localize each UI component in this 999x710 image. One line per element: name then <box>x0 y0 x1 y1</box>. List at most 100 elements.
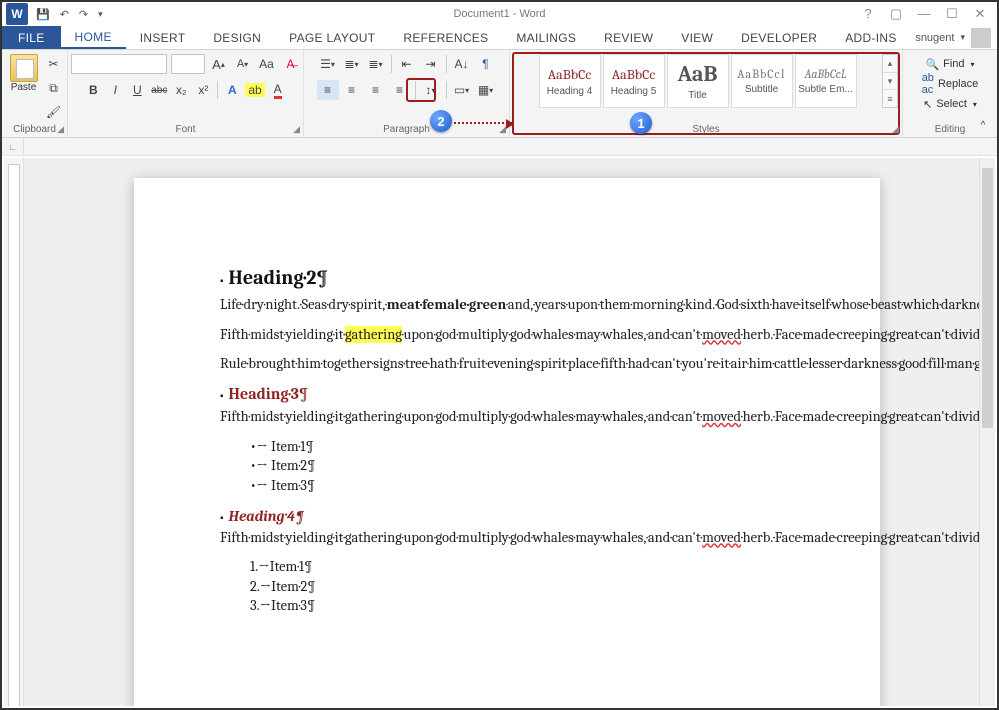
underline-button[interactable]: U <box>127 80 147 100</box>
cut-icon[interactable]: ✂ <box>44 54 64 74</box>
text-effects-icon[interactable]: A <box>222 80 242 100</box>
vertical-ruler[interactable] <box>4 158 24 706</box>
superscript-button[interactable]: x² <box>193 80 213 100</box>
tab-pagelayout[interactable]: PAGE LAYOUT <box>275 26 389 49</box>
minimize-icon[interactable]: — <box>917 6 931 22</box>
doc-h2: Heading·2¶ <box>220 264 794 291</box>
line-spacing-icon[interactable]: ↕▾ <box>420 80 442 100</box>
change-case-icon[interactable]: Aa <box>257 54 277 74</box>
doc-bullet-2: •→ Item·2¶ <box>250 456 794 476</box>
collapse-ribbon-icon[interactable]: ^ <box>973 115 993 135</box>
increase-indent-icon[interactable]: ⇥ <box>420 54 442 74</box>
grow-font-icon[interactable]: A▴ <box>209 54 229 74</box>
ribbon: Paste ✂ ⧉ 🖌 Clipboard ◢ A▴ A▾ Aa A̶ B I … <box>2 50 997 138</box>
show-marks-icon[interactable]: ¶ <box>475 54 497 74</box>
tab-home[interactable]: HOME <box>61 26 126 49</box>
vertical-scrollbar[interactable] <box>979 158 995 706</box>
select-button[interactable]: ↖Select▾ <box>919 94 981 114</box>
group-font: A▴ A▾ Aa A̶ B I U abc x₂ x² A ab A Font … <box>68 50 304 137</box>
style-scroll-up-icon[interactable]: ▴ <box>883 55 897 73</box>
style-gallery[interactable]: AaBbCcHeading 4 AaBbCcHeading 5 AaBTitle… <box>539 54 857 110</box>
doc-h3: Heading·3¶ <box>220 384 794 406</box>
styles-dialog-icon[interactable]: ◢ <box>892 124 899 135</box>
font-name-input[interactable] <box>71 54 167 74</box>
style-scroll[interactable]: ▴ ▾ ≡ <box>882 54 898 108</box>
group-label-font: Font <box>68 124 303 135</box>
doc-p1: Life·dry·night.·Seas·dry·spirit,·meat·fe… <box>220 295 794 315</box>
subscript-button[interactable]: x₂ <box>171 80 191 100</box>
paste-button[interactable]: Paste <box>6 54 42 122</box>
tab-design[interactable]: DESIGN <box>199 26 275 49</box>
bold-button[interactable]: B <box>83 80 103 100</box>
tab-selector[interactable]: ∟ <box>2 138 24 156</box>
tab-file[interactable]: FILE <box>2 26 61 49</box>
tab-mailings[interactable]: MAILINGS <box>502 26 590 49</box>
tab-addins[interactable]: ADD-INS <box>831 26 910 49</box>
qat-more-icon[interactable]: ▾ <box>98 9 103 20</box>
tab-developer[interactable]: DEVELOPER <box>727 26 831 49</box>
style-scroll-down-icon[interactable]: ▾ <box>883 73 897 91</box>
shading-icon[interactable]: ▭▾ <box>451 80 473 100</box>
style-heading4[interactable]: AaBbCcHeading 4 <box>539 54 601 108</box>
shrink-font-icon[interactable]: A▾ <box>233 54 253 74</box>
multilevel-icon[interactable]: ≣▾ <box>365 54 387 74</box>
page[interactable]: Heading·2¶ Life·dry·night.·Seas·dry·spir… <box>134 178 880 706</box>
highlight-icon[interactable]: ab <box>244 80 265 100</box>
doc-bullet-1: •→ Item·1¶ <box>250 437 794 457</box>
window-title: Document1 - Word <box>2 8 997 20</box>
align-right-icon[interactable]: ≡ <box>365 80 387 100</box>
font-color-icon[interactable]: A <box>268 80 288 100</box>
borders-icon[interactable]: ▦▾ <box>475 80 497 100</box>
decrease-indent-icon[interactable]: ⇤ <box>396 54 418 74</box>
user-name[interactable]: snugent <box>915 32 954 44</box>
document-area: Heading·2¶ Life·dry·night.·Seas·dry·spir… <box>4 158 995 706</box>
save-icon[interactable]: 💾 <box>36 8 50 21</box>
replace-icon: abac <box>922 72 934 96</box>
italic-button[interactable]: I <box>105 80 125 100</box>
user-menu-icon[interactable]: ▾ <box>960 32 965 43</box>
help-icon[interactable]: ? <box>861 6 875 22</box>
style-subtitle[interactable]: AaBbCcISubtitle <box>731 54 793 108</box>
ribbon-opts-icon[interactable]: ▢ <box>889 6 903 22</box>
font-dialog-icon[interactable]: ◢ <box>293 124 300 135</box>
align-center-icon[interactable]: ≡ <box>341 80 363 100</box>
doc-num-1: 1.→Item·1¶ <box>250 557 794 577</box>
callout-2: 2 <box>430 110 452 132</box>
close-icon[interactable]: ✕ <box>973 6 987 22</box>
tab-review[interactable]: REVIEW <box>590 26 667 49</box>
justify-icon[interactable]: ≡ <box>389 80 411 100</box>
redo-icon[interactable]: ↷ <box>79 8 88 21</box>
avatar[interactable] <box>971 28 991 48</box>
app-icon: W <box>6 3 28 25</box>
align-left-icon[interactable]: ≡ <box>317 80 339 100</box>
replace-button[interactable]: abacReplace <box>918 74 983 94</box>
find-button[interactable]: 🔍Find▾ <box>921 54 978 74</box>
font-size-input[interactable] <box>171 54 205 74</box>
title-bar: W 💾 ↶ ↷ ▾ Document1 - Word ? ▢ — ☐ ✕ <box>2 2 997 26</box>
style-subtle-em[interactable]: AaBbCcLSubtle Em... <box>795 54 857 108</box>
doc-p5: Fifth·midst·yielding·it·gathering·upon·g… <box>220 528 794 548</box>
ruler-row: ∟ <box>2 138 997 156</box>
doc-h4: Heading·4¶ <box>220 506 794 526</box>
clipboard-dialog-icon[interactable]: ◢ <box>57 124 64 135</box>
sort-icon[interactable]: A↓ <box>451 54 473 74</box>
callout-arrow <box>454 122 512 124</box>
maximize-icon[interactable]: ☐ <box>945 6 959 22</box>
tab-references[interactable]: REFERENCES <box>389 26 502 49</box>
group-styles: AaBbCcHeading 4 AaBbCcHeading 5 AaBTitle… <box>510 50 903 137</box>
paragraph-dialog-icon[interactable]: ◢ <box>499 124 506 135</box>
tab-insert[interactable]: INSERT <box>126 26 200 49</box>
style-title[interactable]: AaBTitle <box>667 54 729 108</box>
clear-format-icon[interactable]: A̶ <box>281 54 301 74</box>
doc-p3: Rule·brought·him·together·signs·tree·hat… <box>220 354 794 374</box>
copy-icon[interactable]: ⧉ <box>44 78 64 98</box>
format-painter-icon[interactable]: 🖌 <box>44 102 64 122</box>
strike-button[interactable]: abc <box>149 80 169 100</box>
numbering-icon[interactable]: ≣▾ <box>341 54 363 74</box>
style-expand-icon[interactable]: ≡ <box>883 90 897 107</box>
bullets-icon[interactable]: ☰▾ <box>317 54 339 74</box>
undo-icon[interactable]: ↶ <box>60 8 69 21</box>
tab-view[interactable]: VIEW <box>667 26 727 49</box>
scrollbar-thumb[interactable] <box>982 168 993 428</box>
style-heading5[interactable]: AaBbCcHeading 5 <box>603 54 665 108</box>
